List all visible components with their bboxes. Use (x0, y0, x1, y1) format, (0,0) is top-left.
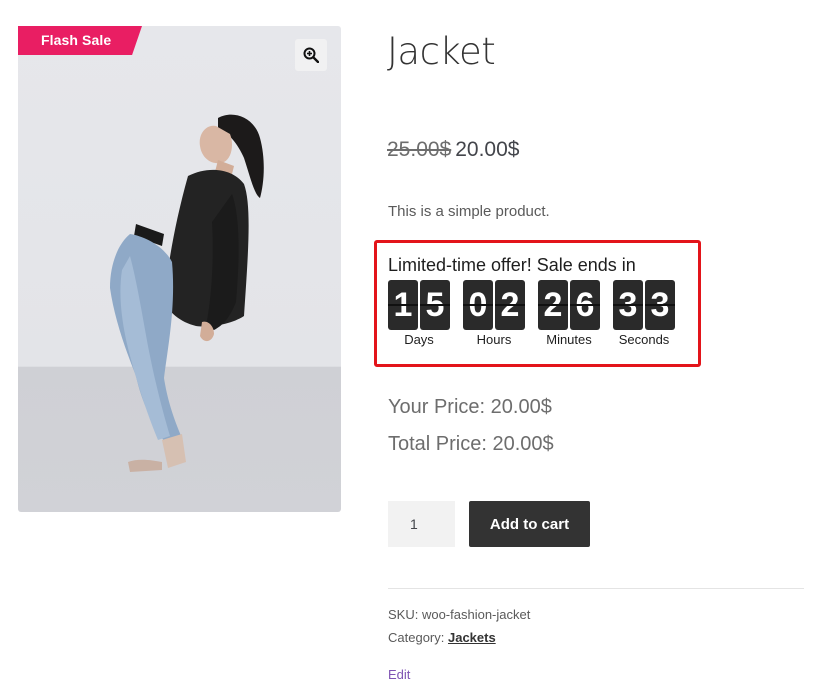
category-link[interactable]: Jackets (448, 630, 496, 645)
unit-label: Days (404, 332, 434, 347)
flash-sale-badge: Flash Sale (18, 26, 142, 55)
product-price: 25.00$ 20.00$ (387, 138, 519, 162)
edit-link[interactable]: Edit (388, 667, 410, 682)
total-price: Total Price: 20.00$ (388, 433, 554, 455)
unit-label: Minutes (546, 332, 592, 347)
countdown-hours: 0 2 Hours (463, 280, 525, 347)
countdown-title: Limited-time offer! Sale ends in (388, 255, 636, 275)
digit: 2 (538, 280, 568, 330)
digit: 3 (645, 280, 675, 330)
digit: 5 (420, 280, 450, 330)
unit-label: Hours (476, 332, 512, 347)
countdown-minutes: 2 6 Minutes (538, 280, 600, 347)
your-price: Your Price: 20.00$ (388, 396, 552, 418)
digit: 6 (570, 280, 600, 330)
category: Category: Jackets (388, 630, 496, 645)
sku: SKU: woo-fashion-jacket (388, 607, 531, 622)
sale-price: 20.00$ (455, 138, 520, 161)
countdown-timer: 1 5 Days 0 2 Hours 2 6 Minutes 3 3 Secon… (388, 280, 688, 347)
digit: 1 (388, 280, 418, 330)
countdown-seconds: 3 3 Seconds (613, 280, 675, 347)
digit: 0 (463, 280, 493, 330)
divider (388, 588, 804, 589)
add-to-cart-button[interactable]: Add to cart (469, 501, 590, 547)
countdown-days: 1 5 Days (388, 280, 450, 347)
model-photo (110, 114, 264, 472)
zoom-button[interactable] (295, 39, 327, 71)
product-image[interactable] (18, 26, 341, 512)
unit-label: Seconds (618, 332, 670, 347)
short-description: This is a simple product. (388, 203, 550, 220)
category-label: Category: (388, 630, 448, 645)
zoom-in-icon (303, 47, 319, 63)
product-title: Jacket (387, 30, 496, 73)
digit: 2 (495, 280, 525, 330)
digit: 3 (613, 280, 643, 330)
regular-price: 25.00$ (387, 138, 452, 161)
quantity-input[interactable] (388, 501, 455, 547)
